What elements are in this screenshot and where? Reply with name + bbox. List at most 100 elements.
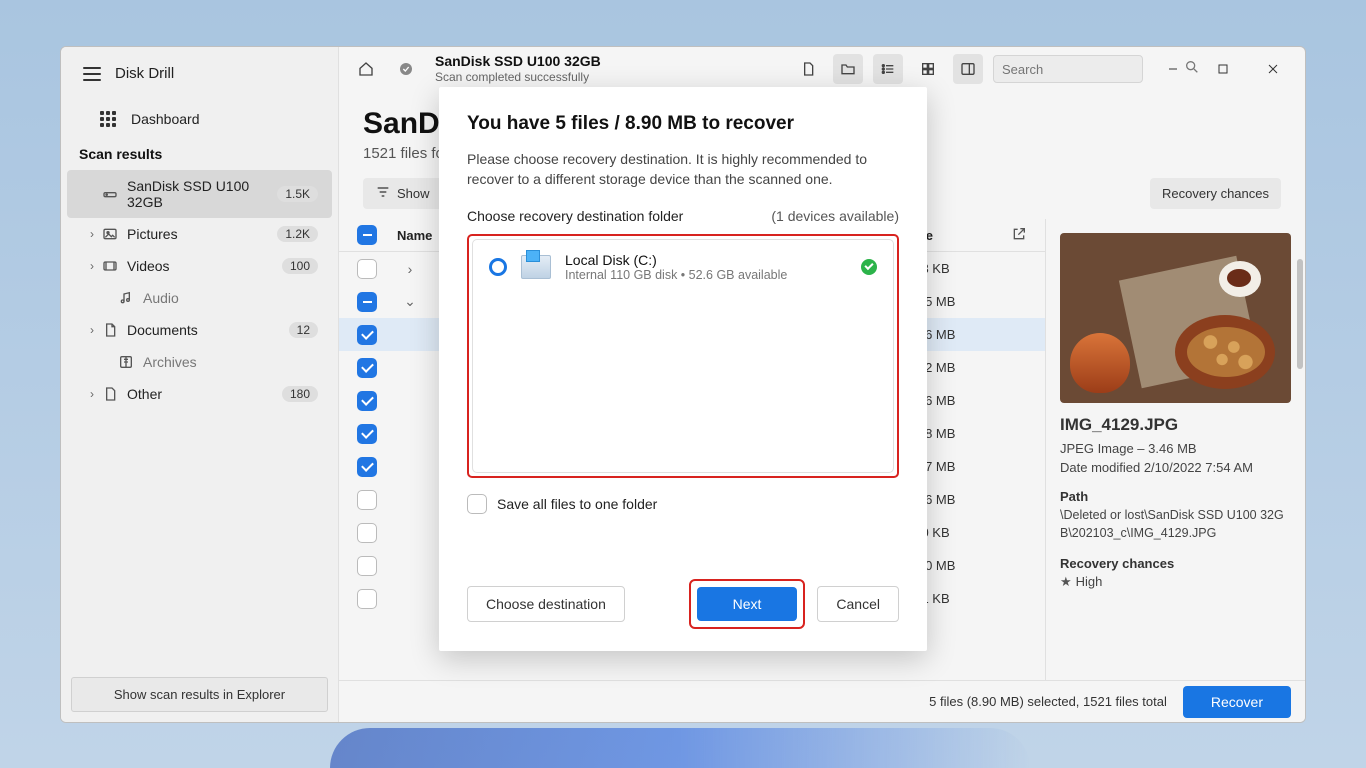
row-checkbox[interactable]: [357, 589, 377, 609]
destination-list: Local Disk (C:) Internal 110 GB disk • 5…: [472, 239, 894, 473]
chevron-right-icon: ›: [85, 227, 99, 241]
grid-view-icon[interactable]: [913, 54, 943, 84]
recover-button[interactable]: Recover: [1183, 686, 1291, 718]
chevron-right-icon: ›: [85, 259, 99, 273]
filter-icon: [375, 184, 391, 203]
row-checkbox[interactable]: [357, 457, 377, 477]
row-checkbox[interactable]: [357, 556, 377, 576]
radio-icon[interactable]: [489, 258, 507, 276]
destination-name: Local Disk (C:): [565, 252, 847, 268]
file-view-icon[interactable]: [793, 54, 823, 84]
sidebar-item-label: Pictures: [121, 226, 277, 242]
sidebar: Disk Drill Dashboard Scan results SanDis…: [61, 47, 339, 722]
sidebar-item-label: Other: [121, 386, 282, 402]
count-badge: 1.5K: [277, 186, 318, 202]
row-checkbox[interactable]: [357, 523, 377, 543]
save-one-folder-label: Save all files to one folder: [497, 496, 657, 512]
list-view-icon[interactable]: [873, 54, 903, 84]
save-one-folder-checkbox[interactable]: [467, 494, 487, 514]
statusbar: 5 files (8.90 MB) selected, 1521 files t…: [339, 680, 1305, 722]
row-checkbox[interactable]: [357, 490, 377, 510]
expand-icon[interactable]: ⌄: [397, 293, 423, 310]
app-title: Disk Drill: [115, 65, 174, 82]
search-input[interactable]: [993, 55, 1143, 83]
check-ok-icon: [861, 259, 877, 275]
row-checkbox[interactable]: [357, 259, 377, 279]
modal-title: You have 5 files / 8.90 MB to recover: [467, 113, 899, 135]
recovery-chances-chip[interactable]: Recovery chances: [1150, 178, 1281, 209]
selection-status: 5 files (8.90 MB) selected, 1521 files t…: [929, 694, 1167, 709]
sidebar-item-label: Archives: [137, 354, 318, 370]
row-checkbox[interactable]: [357, 325, 377, 345]
app-window: Disk Drill Dashboard Scan results SanDis…: [60, 46, 1306, 723]
home-icon[interactable]: [351, 54, 381, 84]
count-badge: 1.2K: [277, 226, 318, 242]
chances-label: Recovery chances: [1060, 556, 1291, 571]
sidebar-item-pictures[interactable]: › Pictures 1.2K: [67, 218, 332, 250]
audio-icon: [115, 290, 137, 306]
preview-pane: IMG_4129.JPG JPEG Image – 3.46 MB Date m…: [1045, 219, 1305, 680]
show-filter-chip[interactable]: Show: [363, 178, 442, 209]
count-badge: 100: [282, 258, 318, 274]
scrollbar-thumb[interactable]: [1297, 259, 1303, 369]
sidebar-item-archives[interactable]: Archives: [67, 346, 332, 378]
sidebar-item-videos[interactable]: › Videos 100: [67, 250, 332, 282]
chevron-right-icon: ›: [85, 323, 99, 337]
row-checkbox[interactable]: [357, 358, 377, 378]
sidebar-item-label: Videos: [121, 258, 282, 274]
sidebar-item-label: Audio: [137, 290, 318, 306]
topbar-title: SanDisk SSD U100 32GB: [435, 53, 601, 71]
close-button[interactable]: [1253, 54, 1293, 84]
select-all-checkbox[interactable]: [357, 225, 377, 245]
next-button[interactable]: Next: [697, 587, 798, 621]
dashboard-label: Dashboard: [131, 111, 200, 127]
count-badge: 180: [282, 386, 318, 402]
document-icon: [99, 322, 121, 338]
devices-available: (1 devices available): [771, 208, 899, 224]
show-in-explorer-button[interactable]: Show scan results in Explorer: [71, 677, 328, 712]
maximize-button[interactable]: [1203, 54, 1243, 84]
open-external-icon[interactable]: [997, 226, 1027, 245]
modal-subheading: Choose recovery destination folder: [467, 208, 683, 224]
search-field[interactable]: [1002, 62, 1178, 77]
row-checkbox[interactable]: [357, 424, 377, 444]
chances-value: High: [1076, 574, 1103, 589]
preview-modified: Date modified 2/10/2022 7:54 AM: [1060, 460, 1291, 475]
star-icon: ★: [1060, 574, 1072, 589]
topbar-subtitle: Scan completed successfully: [435, 70, 601, 85]
cancel-button[interactable]: Cancel: [817, 586, 899, 622]
recovery-destination-modal: You have 5 files / 8.90 MB to recover Pl…: [439, 87, 927, 651]
minimize-button[interactable]: [1153, 54, 1193, 84]
sidebar-dashboard[interactable]: Dashboard: [61, 102, 338, 136]
expand-icon[interactable]: ›: [397, 261, 423, 277]
path-label: Path: [1060, 489, 1291, 504]
status-check-icon: [391, 54, 421, 84]
row-checkbox[interactable]: [357, 391, 377, 411]
destination-highlight: Local Disk (C:) Internal 110 GB disk • 5…: [467, 234, 899, 478]
destination-info: Internal 110 GB disk • 52.6 GB available: [565, 268, 847, 282]
video-icon: [99, 258, 121, 274]
picture-icon: [99, 226, 121, 242]
sidebar-item-label: Documents: [121, 322, 289, 338]
sidebar-item-audio[interactable]: Audio: [67, 282, 332, 314]
sidebar-item-drive[interactable]: SanDisk SSD U100 32GB 1.5K: [67, 170, 332, 218]
show-label: Show: [397, 186, 430, 201]
preview-image: [1060, 233, 1291, 403]
scan-results-heading: Scan results: [61, 136, 338, 170]
preview-type: JPEG Image – 3.46 MB: [1060, 441, 1291, 456]
panel-view-icon[interactable]: [953, 54, 983, 84]
topbar: SanDisk SSD U100 32GB Scan completed suc…: [339, 47, 1305, 91]
row-checkbox[interactable]: [357, 292, 377, 312]
folder-view-icon[interactable]: [833, 54, 863, 84]
disk-icon: [521, 255, 551, 279]
chances-label: Recovery chances: [1162, 186, 1269, 201]
drive-icon: [99, 186, 121, 202]
destination-item[interactable]: Local Disk (C:) Internal 110 GB disk • 5…: [473, 240, 893, 294]
choose-destination-button[interactable]: Choose destination: [467, 586, 625, 622]
sidebar-item-documents[interactable]: › Documents 12: [67, 314, 332, 346]
modal-description: Please choose recovery destination. It i…: [467, 149, 899, 190]
grid-icon: [99, 111, 117, 127]
menu-icon[interactable]: [83, 67, 101, 81]
preview-path: \Deleted or lost\SanDisk SSD U100 32GB\2…: [1060, 507, 1291, 542]
sidebar-item-other[interactable]: › Other 180: [67, 378, 332, 410]
